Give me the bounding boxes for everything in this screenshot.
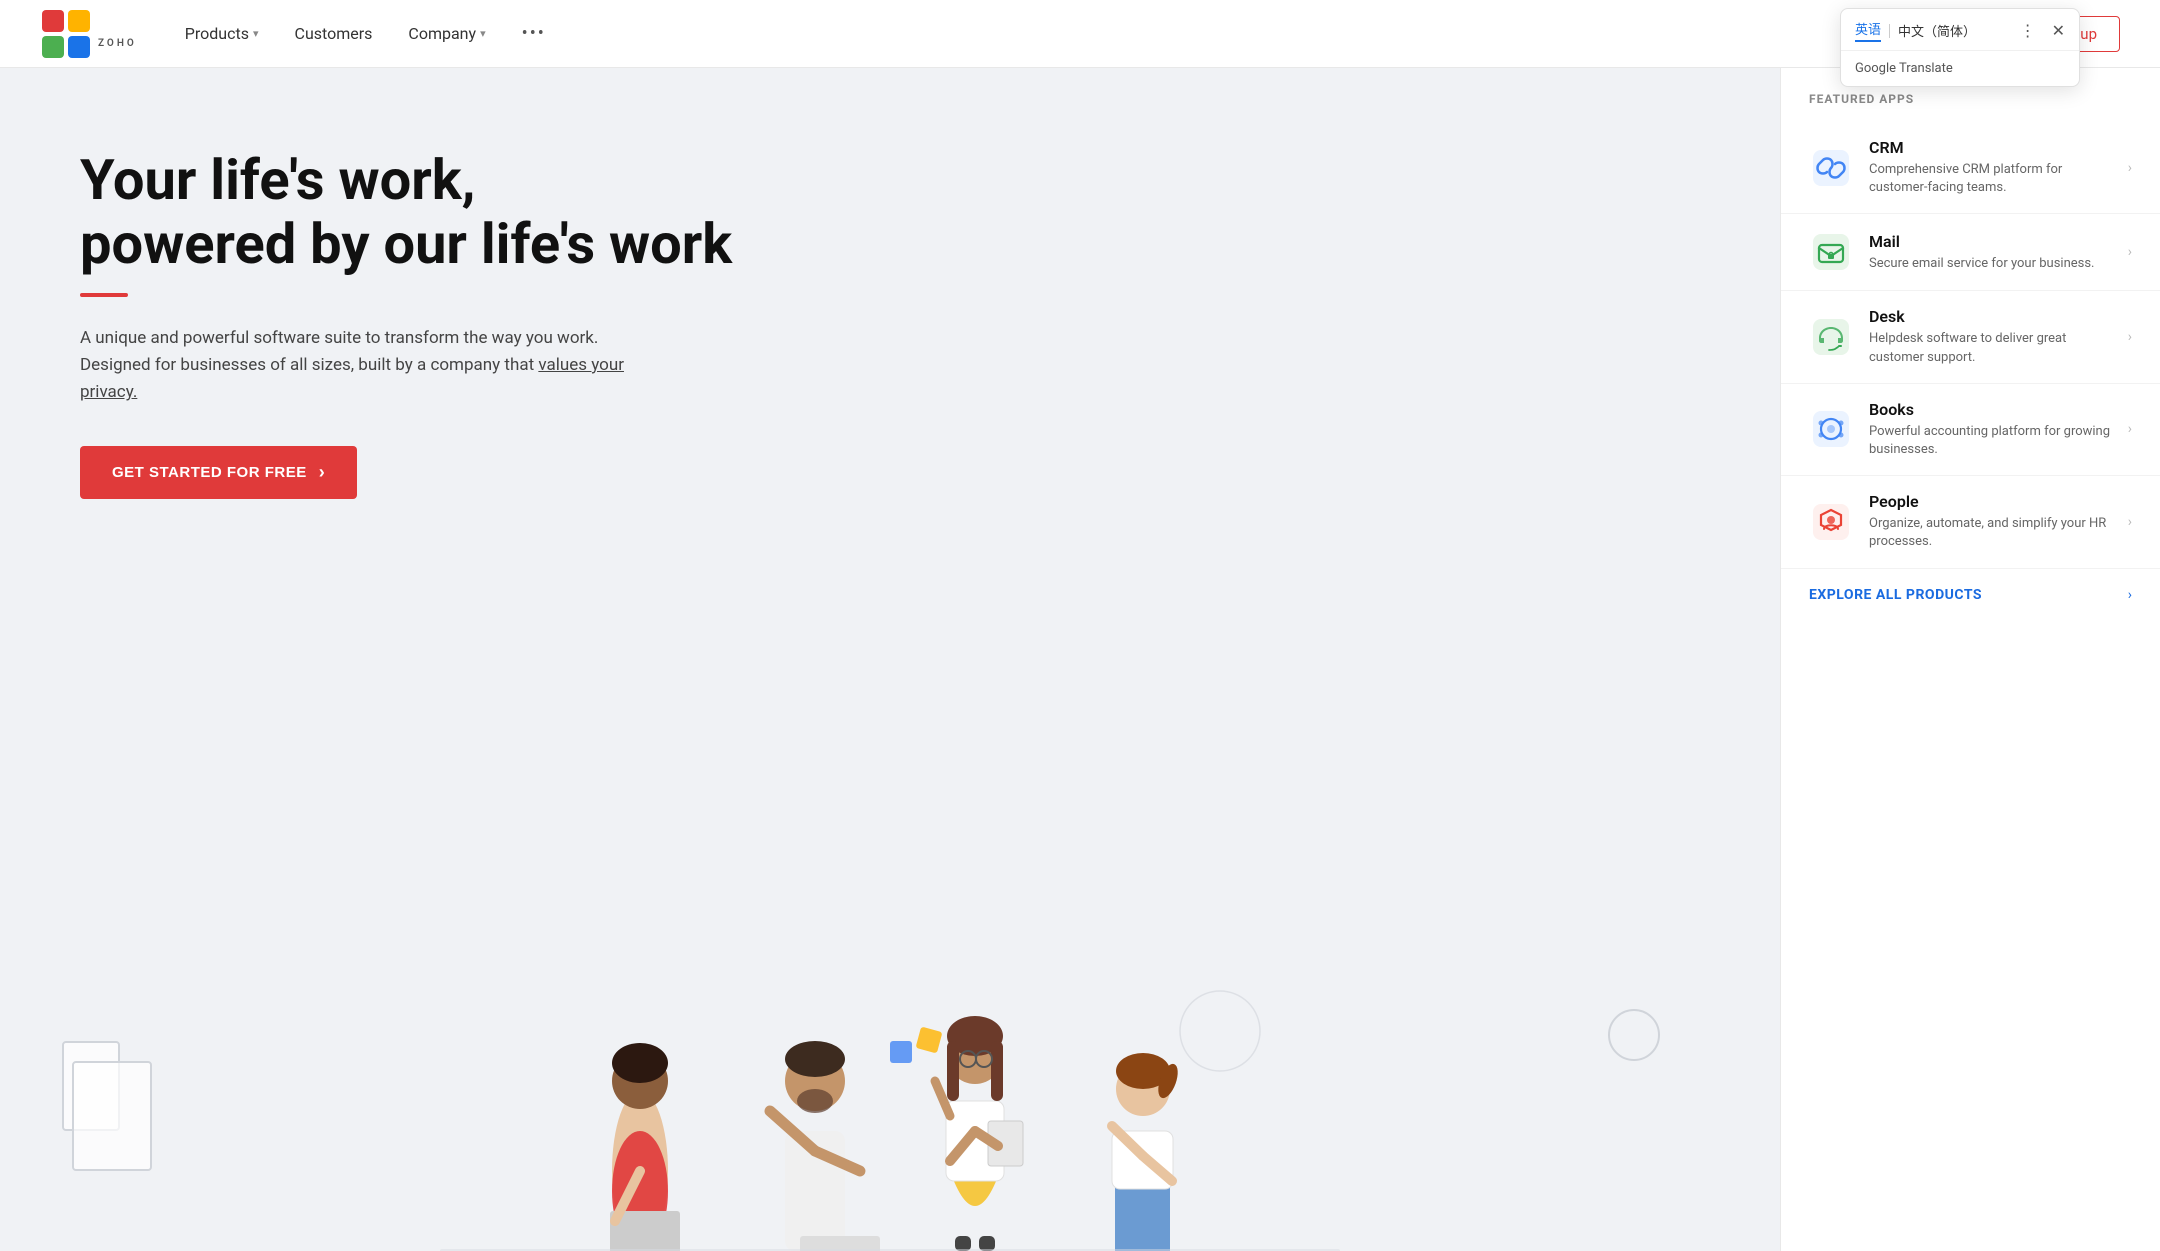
hero-description: A unique and powerful software suite to …	[80, 325, 640, 407]
app-item-people[interactable]: People Organize, automate, and simplify …	[1781, 476, 2160, 568]
books-icon-wrap	[1809, 407, 1853, 451]
logo-text: ZOHO	[98, 38, 137, 49]
nav-products[interactable]: Products ▾	[185, 24, 259, 43]
mail-name: Mail	[1869, 232, 2120, 251]
people-name: People	[1869, 492, 2120, 511]
nav-links: Products ▾ Customers Company ▾ •••	[185, 23, 1956, 44]
explore-all-label: EXPLORE ALL PRODUCTS	[1809, 587, 1982, 603]
translate-separator	[1889, 24, 1890, 38]
people-info: People Organize, automate, and simplify …	[1869, 492, 2120, 551]
mail-chevron-icon: ›	[2128, 244, 2132, 260]
cta-arrow-icon: ›	[319, 462, 326, 483]
company-chevron-icon: ▾	[480, 27, 486, 40]
featured-apps-label: FEATURED APPS	[1781, 92, 2160, 122]
desk-icon-wrap	[1809, 315, 1853, 359]
people-icon-wrap	[1809, 500, 1853, 544]
hero-divider	[80, 293, 128, 297]
app-item-books[interactable]: Books Powerful accounting platform for g…	[1781, 384, 2160, 476]
hero-title: Your life's work, powered by our life's …	[80, 148, 780, 277]
explore-chevron-icon: ›	[2128, 587, 2132, 603]
books-chevron-icon: ›	[2128, 421, 2132, 437]
desk-name: Desk	[1869, 307, 2120, 326]
translate-header: 英语 中文（简体） ⋮ ✕	[1841, 9, 2079, 51]
translate-close-icon[interactable]: ✕	[2052, 21, 2065, 40]
translate-popup: 英语 中文（简体） ⋮ ✕ Google Translate	[1840, 8, 2080, 87]
translate-more-icon[interactable]: ⋮	[2020, 21, 2036, 40]
books-name: Books	[1869, 400, 2120, 419]
logo[interactable]: ZOHO	[40, 8, 137, 60]
desk-desc: Helpdesk software to deliver great custo…	[1869, 330, 2120, 366]
books-info: Books Powerful accounting platform for g…	[1869, 400, 2120, 459]
app-item-mail[interactable]: Mail Secure email service for your busin…	[1781, 214, 2160, 291]
app-item-crm[interactable]: CRM Comprehensive CRM platform for custo…	[1781, 122, 2160, 214]
more-dots[interactable]: •••	[522, 23, 546, 44]
nav-company[interactable]: Company ▾	[408, 24, 485, 43]
people-chevron-icon: ›	[2128, 514, 2132, 530]
main-content: Your life's work, powered by our life's …	[0, 68, 2160, 1251]
cta-button[interactable]: GET STARTED FOR FREE ›	[80, 446, 357, 499]
translate-lang-en[interactable]: 英语	[1855, 19, 1881, 42]
translate-footer: Google Translate	[1841, 51, 2079, 76]
people-desc: Organize, automate, and simplify your HR…	[1869, 515, 2120, 551]
navbar: ZOHO Products ▾ Customers Company ▾ ••• …	[0, 0, 2160, 68]
translate-lang-cn[interactable]: 中文（简体）	[1898, 21, 1976, 40]
mail-info: Mail Secure email service for your busin…	[1869, 232, 2120, 273]
hero-section: Your life's work, powered by our life's …	[0, 68, 1780, 1251]
desk-chevron-icon: ›	[2128, 329, 2132, 345]
app-item-desk[interactable]: Desk Helpdesk software to deliver great …	[1781, 291, 2160, 383]
mail-desc: Secure email service for your business.	[1869, 255, 2120, 273]
explore-all-button[interactable]: EXPLORE ALL PRODUCTS ›	[1781, 569, 2160, 621]
crm-name: CRM	[1869, 138, 2120, 157]
mail-icon-wrap	[1809, 230, 1853, 274]
crm-desc: Comprehensive CRM platform for customer-…	[1869, 161, 2120, 197]
nav-customers[interactable]: Customers	[295, 24, 373, 43]
crm-chevron-icon: ›	[2128, 160, 2132, 176]
desk-info: Desk Helpdesk software to deliver great …	[1869, 307, 2120, 366]
crm-icon-wrap	[1809, 146, 1853, 190]
books-desc: Powerful accounting platform for growing…	[1869, 423, 2120, 459]
right-panel: FEATURED APPS CRM Comprehensive CRM plat…	[1780, 68, 2160, 1251]
hero-illustration	[0, 951, 1780, 1251]
crm-info: CRM Comprehensive CRM platform for custo…	[1869, 138, 2120, 197]
products-chevron-icon: ▾	[253, 27, 259, 40]
